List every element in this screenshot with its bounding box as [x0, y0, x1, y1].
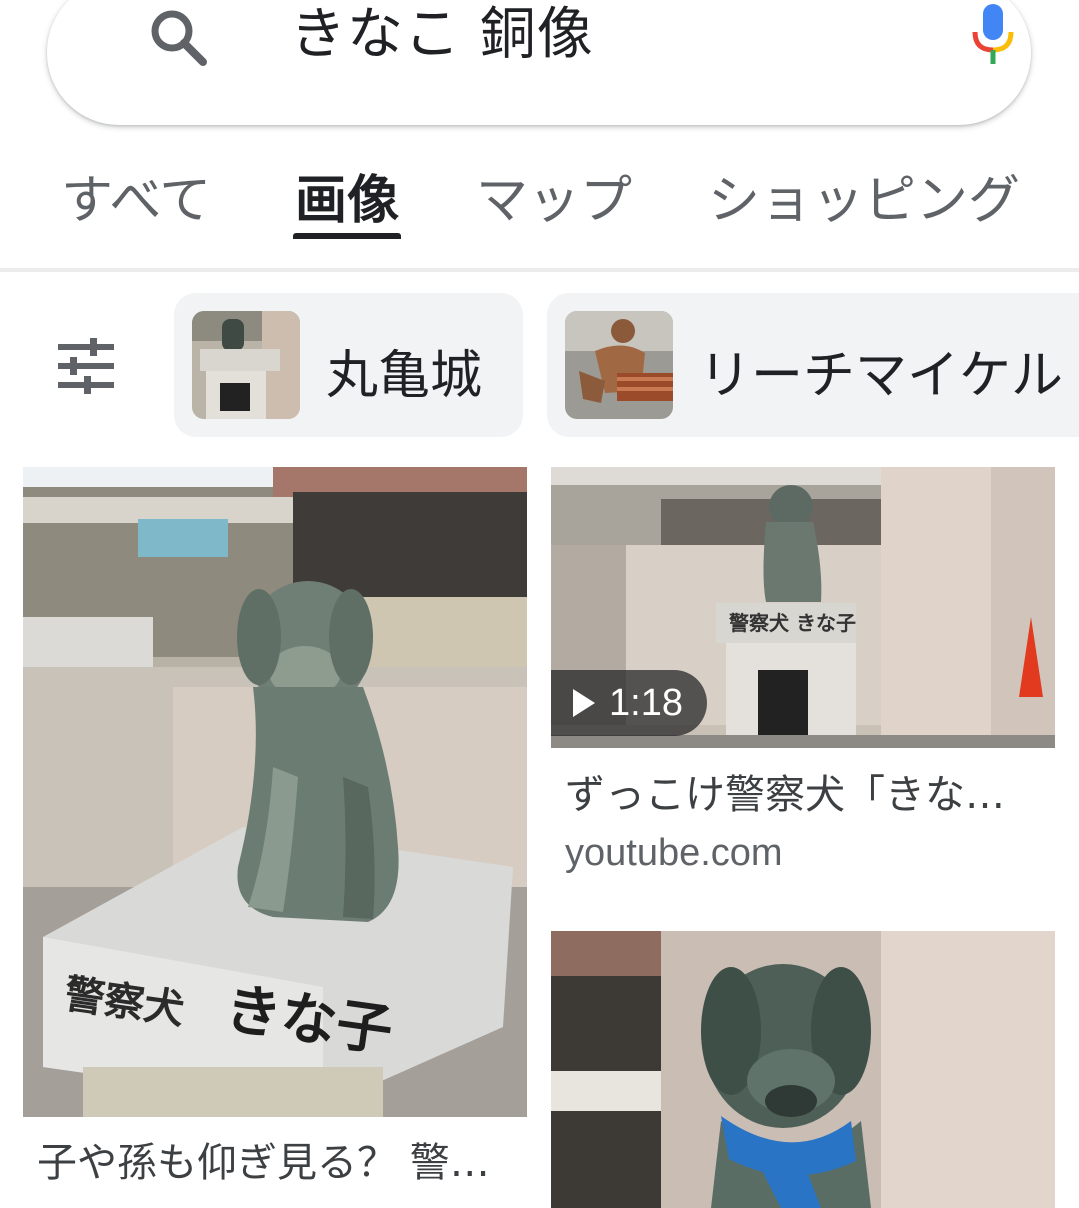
svg-text:警察犬 きな子: 警察犬 きな子 [729, 611, 856, 635]
video-duration: 1:18 [609, 682, 683, 724]
tab-maps[interactable]: マップ [476, 166, 632, 236]
tab-images[interactable]: 画像 [295, 166, 399, 236]
tab-shopping[interactable]: ショッピング [708, 166, 1020, 236]
result-image-kinako-closeup[interactable] [551, 931, 1055, 1208]
divider [0, 268, 1079, 272]
microphone-icon[interactable] [969, 2, 1017, 66]
result-title[interactable]: ずっこけ警察犬「きな… [565, 768, 1005, 822]
chip-label: リーチマイケル [699, 346, 1064, 406]
play-icon [573, 689, 595, 717]
active-tab-indicator [293, 233, 401, 239]
video-duration-badge: 1:18 [551, 670, 707, 736]
search-tabs: すべて 画像 マップ ショッピング [0, 160, 1079, 270]
search-input[interactable]: きなこ 銅像 [290, 0, 594, 72]
chip-thumbnail [192, 311, 300, 419]
result-image-kinako-statue[interactable]: 警察犬 きな子 [23, 467, 527, 1117]
tab-all[interactable]: すべて [61, 166, 211, 236]
result-title[interactable]: 子や孫も仰ぎ見る？ 警… [37, 1136, 490, 1190]
search-bar[interactable]: きなこ 銅像 [47, 0, 1031, 125]
result-source[interactable]: youtube.com [565, 829, 783, 877]
chip-leitch-michael[interactable]: リーチマイケル [547, 293, 1079, 437]
chip-marugame-castle[interactable]: 丸亀城 [174, 293, 523, 437]
chip-label: 丸亀城 [326, 346, 483, 406]
search-icon[interactable] [147, 6, 211, 70]
tune-filter-icon[interactable] [56, 338, 116, 394]
chip-thumbnail [565, 311, 673, 419]
